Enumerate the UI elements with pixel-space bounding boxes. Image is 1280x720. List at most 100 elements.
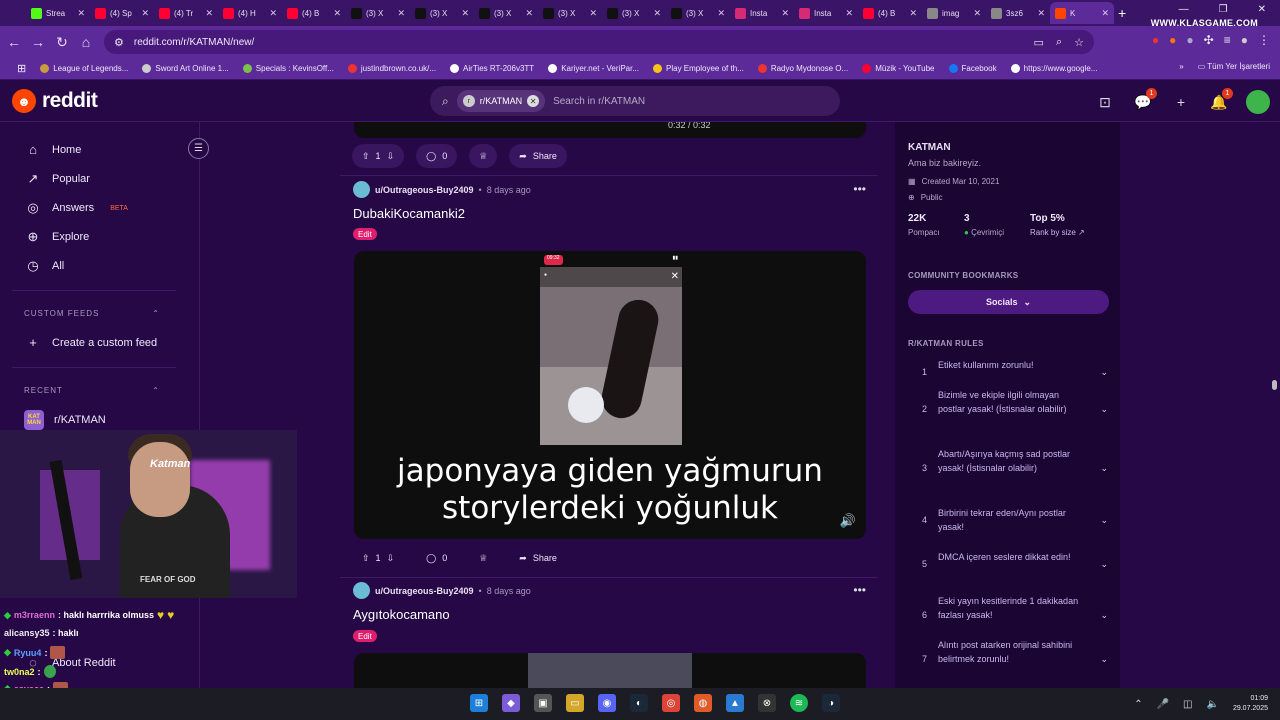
xbox-icon[interactable]: ⊗ bbox=[758, 694, 776, 712]
speaker-icon[interactable]: 🔈 bbox=[1207, 699, 1219, 710]
post-author[interactable]: u/Outrageous-Buy2409 bbox=[375, 586, 474, 596]
apps-grid-icon[interactable]: ⊞ bbox=[10, 62, 33, 75]
extensions-puzzle-icon[interactable]: ✣ bbox=[1204, 33, 1214, 47]
page-scrollbar[interactable] bbox=[1270, 122, 1280, 688]
site-info-icon[interactable]: ⚙ bbox=[114, 36, 124, 49]
network-icon[interactable]: ◫ bbox=[1183, 699, 1192, 710]
bookmark-item[interactable]: League of Legends... bbox=[33, 64, 135, 73]
extension-cloud-icon[interactable]: ● bbox=[1186, 33, 1193, 47]
close-tab-icon[interactable]: ✕ bbox=[333, 8, 341, 19]
award-button[interactable]: ♕ bbox=[469, 546, 497, 570]
clear-chip-icon[interactable]: ✕ bbox=[527, 95, 540, 107]
home-browser-icon[interactable]: ⌂ bbox=[74, 34, 98, 50]
browser-tab[interactable]: (4) Tr ✕ bbox=[154, 2, 218, 24]
browser-tab[interactable]: (4) B ✕ bbox=[858, 2, 922, 24]
all-bookmarks-button[interactable]: ▭ Tüm Yer İşaretleri bbox=[1198, 62, 1270, 71]
user-avatar-icon[interactable] bbox=[353, 582, 370, 599]
custom-feeds-header[interactable]: CUSTOM FEEDS ⌃ bbox=[24, 309, 160, 318]
close-tab-icon[interactable]: ✕ bbox=[77, 8, 85, 19]
post-overflow-menu-icon[interactable]: ••• bbox=[853, 182, 866, 196]
bookmark-item[interactable]: Sword Art Online 1... bbox=[135, 64, 235, 73]
share-button[interactable]: ➦ Share bbox=[509, 546, 567, 570]
close-window-icon[interactable]: ✕ bbox=[1258, 4, 1266, 15]
windows-start-icon[interactable]: ⊞ bbox=[470, 694, 488, 712]
spotify-icon[interactable]: ≋ bbox=[790, 694, 808, 712]
recent-header[interactable]: RECENT ⌃ bbox=[24, 386, 160, 395]
browser-tab[interactable]: (3) X ✕ bbox=[474, 2, 538, 24]
steam-icon[interactable]: ◑ bbox=[822, 694, 840, 712]
bookmark-star-icon[interactable]: ☆ bbox=[1074, 36, 1084, 49]
close-tab-icon[interactable]: ✕ bbox=[461, 8, 469, 19]
reading-list-icon[interactable]: ≡ bbox=[1224, 33, 1231, 47]
post-video[interactable] bbox=[354, 653, 866, 688]
post-overflow-menu-icon[interactable]: ••• bbox=[853, 583, 866, 597]
close-tab-icon[interactable]: ✕ bbox=[909, 8, 917, 19]
browser-tab[interactable]: (4) B ✕ bbox=[282, 2, 346, 24]
forward-icon[interactable]: → bbox=[26, 34, 50, 50]
vote-control[interactable]: ⇧ 1 ⇩ bbox=[352, 546, 404, 570]
sidebar-item-explore[interactable]: ⊕ Explore bbox=[24, 229, 90, 245]
browser-tab[interactable]: imag ✕ bbox=[922, 2, 986, 24]
bookmark-item[interactable]: Play Employee of th... bbox=[646, 64, 751, 73]
back-icon[interactable]: ← bbox=[2, 34, 26, 50]
browser-tab[interactable]: (3) X ✕ bbox=[666, 2, 730, 24]
close-tab-icon[interactable]: ✕ bbox=[781, 8, 789, 19]
store-icon[interactable]: ▣ bbox=[534, 694, 552, 712]
share-button[interactable]: ➦ Share bbox=[509, 144, 567, 168]
close-tab-icon[interactable]: ✕ bbox=[269, 8, 277, 19]
close-tab-icon[interactable]: ✕ bbox=[525, 8, 533, 19]
browser-tab[interactable]: 3sz6 ✕ bbox=[986, 2, 1050, 24]
upvote-icon[interactable]: ⇧ bbox=[362, 553, 370, 564]
post-flair[interactable]: Edit bbox=[353, 228, 377, 240]
rule-item[interactable]: 3 Abartı/Aşırıya kaçmış sad postlar yasak… bbox=[908, 447, 1108, 475]
downvote-icon[interactable]: ⇩ bbox=[387, 151, 395, 162]
browser-tab[interactable]: Strea ✕ bbox=[26, 2, 90, 24]
browser-tab[interactable]: K ✕ bbox=[1050, 2, 1114, 24]
upvote-icon[interactable]: ⇧ bbox=[362, 151, 370, 162]
maximize-icon[interactable]: ❐ bbox=[1219, 4, 1228, 15]
award-button[interactable]: ♕ bbox=[469, 144, 498, 168]
post-title[interactable]: Aygıtokocamano bbox=[353, 607, 450, 622]
browser-tab[interactable]: Insta ✕ bbox=[794, 2, 858, 24]
notification-bell-icon[interactable]: 🔔 1 bbox=[1208, 88, 1233, 113]
browser-tab[interactable]: (3) X ✕ bbox=[538, 2, 602, 24]
chat-icon[interactable]: 💬 1 bbox=[1132, 88, 1157, 113]
more-bookmarks-icon[interactable]: » bbox=[1179, 62, 1183, 71]
socials-dropdown[interactable]: Socials ⌄ bbox=[908, 290, 1109, 314]
extension-fox-icon[interactable]: ● bbox=[1169, 33, 1176, 47]
browser-tab[interactable]: (3) X ✕ bbox=[410, 2, 474, 24]
close-tab-icon[interactable]: ✕ bbox=[205, 8, 213, 19]
close-tab-icon[interactable]: ✕ bbox=[653, 8, 661, 19]
sidebar-item-answers[interactable]: ◎ Answers BETA bbox=[24, 200, 128, 216]
cast-icon[interactable]: ▭ bbox=[1034, 36, 1044, 49]
close-tab-icon[interactable]: ✕ bbox=[1037, 8, 1045, 19]
bookmark-item[interactable]: justindbrown.co.uk/... bbox=[341, 64, 443, 73]
bookmark-item[interactable]: AirTies RT-206v3TT bbox=[443, 64, 541, 73]
create-custom-feed-button[interactable]: + Create a custom feed bbox=[24, 335, 157, 350]
chrome-icon[interactable]: ◎ bbox=[662, 694, 680, 712]
rule-item[interactable]: 4 Birbirini tekrar eden/Aynı postlar yasa… bbox=[908, 506, 1108, 534]
sidebar-item-home[interactable]: ⌂ Home bbox=[24, 142, 81, 157]
bookmark-item[interactable]: Specials : KevinsOff... bbox=[236, 64, 341, 73]
bookmark-item[interactable]: Müzik - YouTube bbox=[855, 64, 941, 73]
file-explorer-icon[interactable]: ▭ bbox=[566, 694, 584, 712]
browser-tab[interactable]: (4) Sp ✕ bbox=[90, 2, 154, 24]
close-tab-icon[interactable]: ✕ bbox=[397, 8, 405, 19]
sidebar-item-all[interactable]: ◷ All bbox=[24, 258, 64, 274]
close-tab-icon[interactable]: ✕ bbox=[973, 8, 981, 19]
rule-item[interactable]: 7 Alıntı post atarken orijinal sahibini b… bbox=[908, 638, 1108, 666]
close-tab-icon[interactable]: ✕ bbox=[845, 8, 853, 19]
zoom-icon[interactable]: ⌕ bbox=[1056, 36, 1062, 49]
sidebar-toggle-button[interactable]: ☰ bbox=[188, 138, 209, 159]
browser-tab[interactable]: (4) H ✕ bbox=[218, 2, 282, 24]
url-field[interactable]: ⚙ reddit.com/r/KATMAN/new/ ▭ ⌕ ☆ bbox=[104, 30, 1094, 54]
profile-avatar-icon[interactable]: ● bbox=[1241, 33, 1248, 47]
browser-tab[interactable]: (3) X ✕ bbox=[346, 2, 410, 24]
tray-chevron-icon[interactable]: ⌃ bbox=[1134, 699, 1142, 710]
bookmark-item[interactable]: Radyo Mydonose O... bbox=[751, 64, 855, 73]
close-tab-icon[interactable]: ✕ bbox=[717, 8, 725, 19]
post-title[interactable]: DubakiKocamanki2 bbox=[353, 206, 465, 221]
extension-red-icon[interactable]: ● bbox=[1152, 33, 1159, 47]
user-avatar[interactable] bbox=[1246, 90, 1270, 114]
new-tab-icon[interactable]: + bbox=[1118, 5, 1126, 21]
